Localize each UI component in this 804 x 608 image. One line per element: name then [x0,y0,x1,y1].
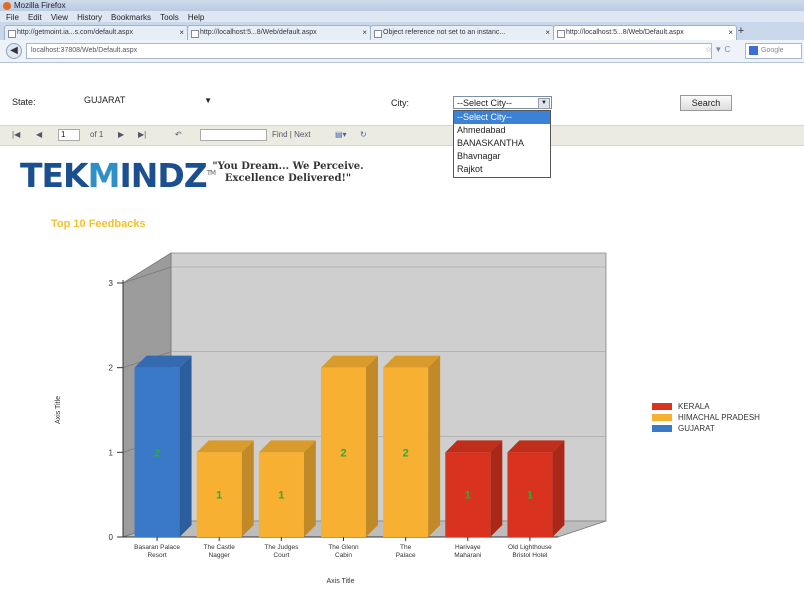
y-axis-title: Axis Title [55,396,62,424]
x-tick-label: Nagger [209,552,231,559]
data-label: 2 [154,447,160,459]
bar-side [366,355,378,537]
city-option-rajkot[interactable]: Rajkot [454,163,550,176]
y-tick-label: 1 [109,448,114,457]
x-tick-label: The Castle [203,544,235,551]
y-tick-label: 2 [109,364,114,373]
data-label: 2 [403,447,409,459]
x-tick-label: Bristol Hotel [512,552,548,559]
legend-swatch [652,403,672,410]
city-option-select[interactable]: --Select City-- [454,111,550,124]
data-label: 1 [216,490,222,502]
x-tick-label: Basaran Palace [134,544,180,551]
data-label: 2 [340,447,346,459]
x-tick-label: The Glenn [328,544,359,551]
x-tick-label: Cabin [335,552,352,559]
legend-swatch [652,414,672,421]
legend-item: HIMACHAL PRADESH [652,413,760,422]
legend-label: GUJARAT [678,424,715,433]
y-tick-label: 0 [109,533,114,542]
bar-chart: 0 1 2 3 2 Basaran PalaceResort 1 The CastleNagg… [55,252,607,585]
bar-side [179,355,192,537]
bar-side [552,440,565,537]
y-tick-label: 3 [109,279,114,288]
x-tick-label: The [400,544,412,551]
data-label: 1 [278,490,284,502]
bar-side [428,355,441,537]
x-tick-label: Harivaye [455,544,481,551]
legend-swatch [652,425,672,432]
x-tick-label: Court [273,552,289,559]
x-tick-label: The Judges [264,544,299,551]
data-label: 1 [527,490,533,502]
city-option-banaskantha[interactable]: BANASKANTHA [454,137,550,150]
x-tick-label: Palace [396,552,416,559]
bar-side [241,440,254,537]
x-tick-label: Maharani [454,552,481,559]
x-tick-label: Resort [147,552,166,559]
legend-label: KERALA [678,402,710,411]
legend-item: KERALA [652,402,710,411]
city-dropdown-list: --Select City-- Ahmedabad BANASKANTHA Bh… [453,110,551,178]
legend-item: GUJARAT [652,424,715,433]
data-label: 1 [465,490,471,502]
legend-label: HIMACHAL PRADESH [678,413,760,422]
city-option-ahmedabad[interactable]: Ahmedabad [454,124,550,137]
bar-side [303,440,316,537]
bar-side [490,440,503,537]
city-option-bhavnagar[interactable]: Bhavnagar [454,150,550,163]
x-axis-title: Axis Title [326,578,354,585]
x-tick-label: Old Lighthouse [508,544,552,551]
